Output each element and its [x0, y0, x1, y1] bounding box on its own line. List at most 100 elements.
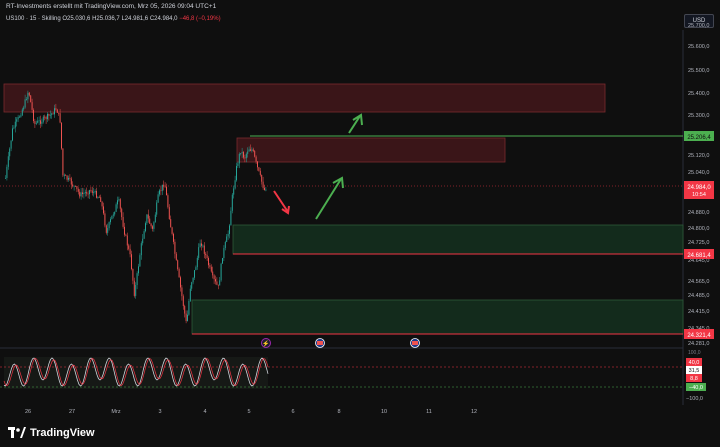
- candle-body: [201, 243, 202, 246]
- candle-body: [101, 201, 103, 207]
- candle-body: [264, 187, 265, 191]
- candle-body: [202, 245, 204, 247]
- candlestick-series[interactable]: [5, 90, 267, 324]
- candle-body: [72, 184, 74, 187]
- candle-body: [119, 199, 121, 209]
- current-price-tag-label: 24.984,0: [687, 185, 711, 191]
- candle-body: [219, 280, 221, 286]
- candle-body: [161, 184, 163, 191]
- tradingview-logo[interactable]: TradingView: [8, 427, 95, 439]
- time-tick-label: 12: [471, 409, 477, 415]
- candle-body: [236, 166, 237, 181]
- time-tick-label: 4: [203, 409, 206, 415]
- flag-glyph: [412, 341, 418, 345]
- candle-body: [13, 127, 15, 129]
- resistance-zone-mid[interactable]: [236, 137, 506, 163]
- candle-body: [149, 218, 151, 224]
- candle-body: [194, 270, 195, 278]
- osc-value-tag-label: 31,5: [689, 368, 700, 374]
- price-tick-label: 25.700,0: [688, 23, 709, 29]
- candle-body: [104, 213, 106, 226]
- time-tick-label: 27: [69, 409, 75, 415]
- candle-body: [185, 313, 187, 322]
- candle-body: [226, 236, 228, 242]
- candle-body: [90, 190, 92, 191]
- price-tick-label: 24.880,0: [688, 210, 709, 216]
- candle-body: [262, 181, 264, 188]
- candle-body: [145, 223, 146, 232]
- candle-body: [212, 271, 214, 276]
- candle-body: [136, 273, 138, 286]
- candle-body: [93, 192, 95, 194]
- candle-body: [167, 195, 169, 208]
- candle-body: [257, 161, 258, 168]
- osc-title: 100,0: [688, 350, 701, 356]
- candle-body: [192, 277, 194, 283]
- candle-body: [107, 228, 109, 233]
- price-tick-label: 24.485,0: [688, 293, 709, 299]
- candle-body: [222, 257, 223, 264]
- resistance-zone-upper[interactable]: [3, 83, 606, 113]
- candle-body: [68, 177, 69, 180]
- candle-body: [187, 314, 188, 322]
- candle-body: [45, 116, 47, 120]
- candle-body: [12, 128, 13, 141]
- candle-body: [140, 243, 142, 256]
- time-axis[interactable]: 26 27 Mrz 3 4 5 6 8 10 11 12: [25, 409, 477, 415]
- candle-body: [189, 288, 191, 301]
- candle-body: [111, 215, 113, 220]
- candle-body: [108, 222, 110, 229]
- candle-body: [65, 174, 67, 176]
- chart-canvas[interactable]: 25.700,0 25.600,0 25.500,0 25.400,0 25.300,0…: [0, 0, 720, 447]
- candle-body: [97, 196, 99, 198]
- candle-body: [56, 109, 58, 113]
- projection-arrows[interactable]: [273, 113, 363, 220]
- candle-body: [51, 113, 53, 115]
- candle-body: [175, 253, 177, 261]
- candle-body: [21, 109, 23, 116]
- candle-body: [184, 306, 186, 314]
- candle-body: [143, 231, 145, 239]
- price-tick-label: 25.120,0: [688, 153, 709, 159]
- candle-body: [159, 190, 160, 195]
- candle-body: [240, 153, 242, 154]
- candle-body: [61, 122, 62, 149]
- candle-body: [168, 207, 170, 220]
- candle-body: [205, 253, 207, 256]
- candle-body: [122, 217, 124, 227]
- candle-body: [180, 277, 181, 288]
- candle-body: [47, 113, 48, 120]
- candle-body: [86, 192, 88, 194]
- price-tick-label: 24.415,0: [688, 309, 709, 315]
- candle-body: [9, 148, 11, 157]
- support-zone-low[interactable]: [191, 299, 684, 335]
- price-tick-label: 24.800,0: [688, 226, 709, 232]
- candle-body: [173, 233, 174, 242]
- candle-body: [35, 122, 37, 124]
- tradingview-logo-text: TradingView: [30, 427, 95, 439]
- up-arrow-1[interactable]: [315, 178, 342, 220]
- price-tick-label: 24.565,0: [688, 279, 709, 285]
- candle-body: [121, 208, 123, 218]
- candle-body: [229, 225, 230, 234]
- candle-body: [213, 275, 215, 280]
- candle-body: [227, 233, 229, 237]
- event-markers[interactable]: ⚡: [261, 338, 420, 348]
- candle-body: [77, 189, 79, 192]
- candle-body: [182, 296, 184, 307]
- down-arrow[interactable]: [273, 190, 289, 213]
- candle-body: [181, 287, 183, 297]
- candle-body: [244, 157, 246, 159]
- candle-body: [217, 284, 219, 286]
- candle-body: [198, 247, 200, 258]
- support-zone-mid[interactable]: [232, 224, 684, 255]
- candle-body: [138, 266, 139, 274]
- candle-body: [174, 241, 176, 254]
- candle-body: [251, 149, 253, 151]
- candle-body: [152, 226, 153, 229]
- candle-body: [258, 167, 260, 171]
- candle-body: [223, 247, 225, 258]
- candle-body: [52, 113, 54, 115]
- candle-body: [245, 153, 247, 159]
- tradingview-logo-icon: [8, 427, 26, 438]
